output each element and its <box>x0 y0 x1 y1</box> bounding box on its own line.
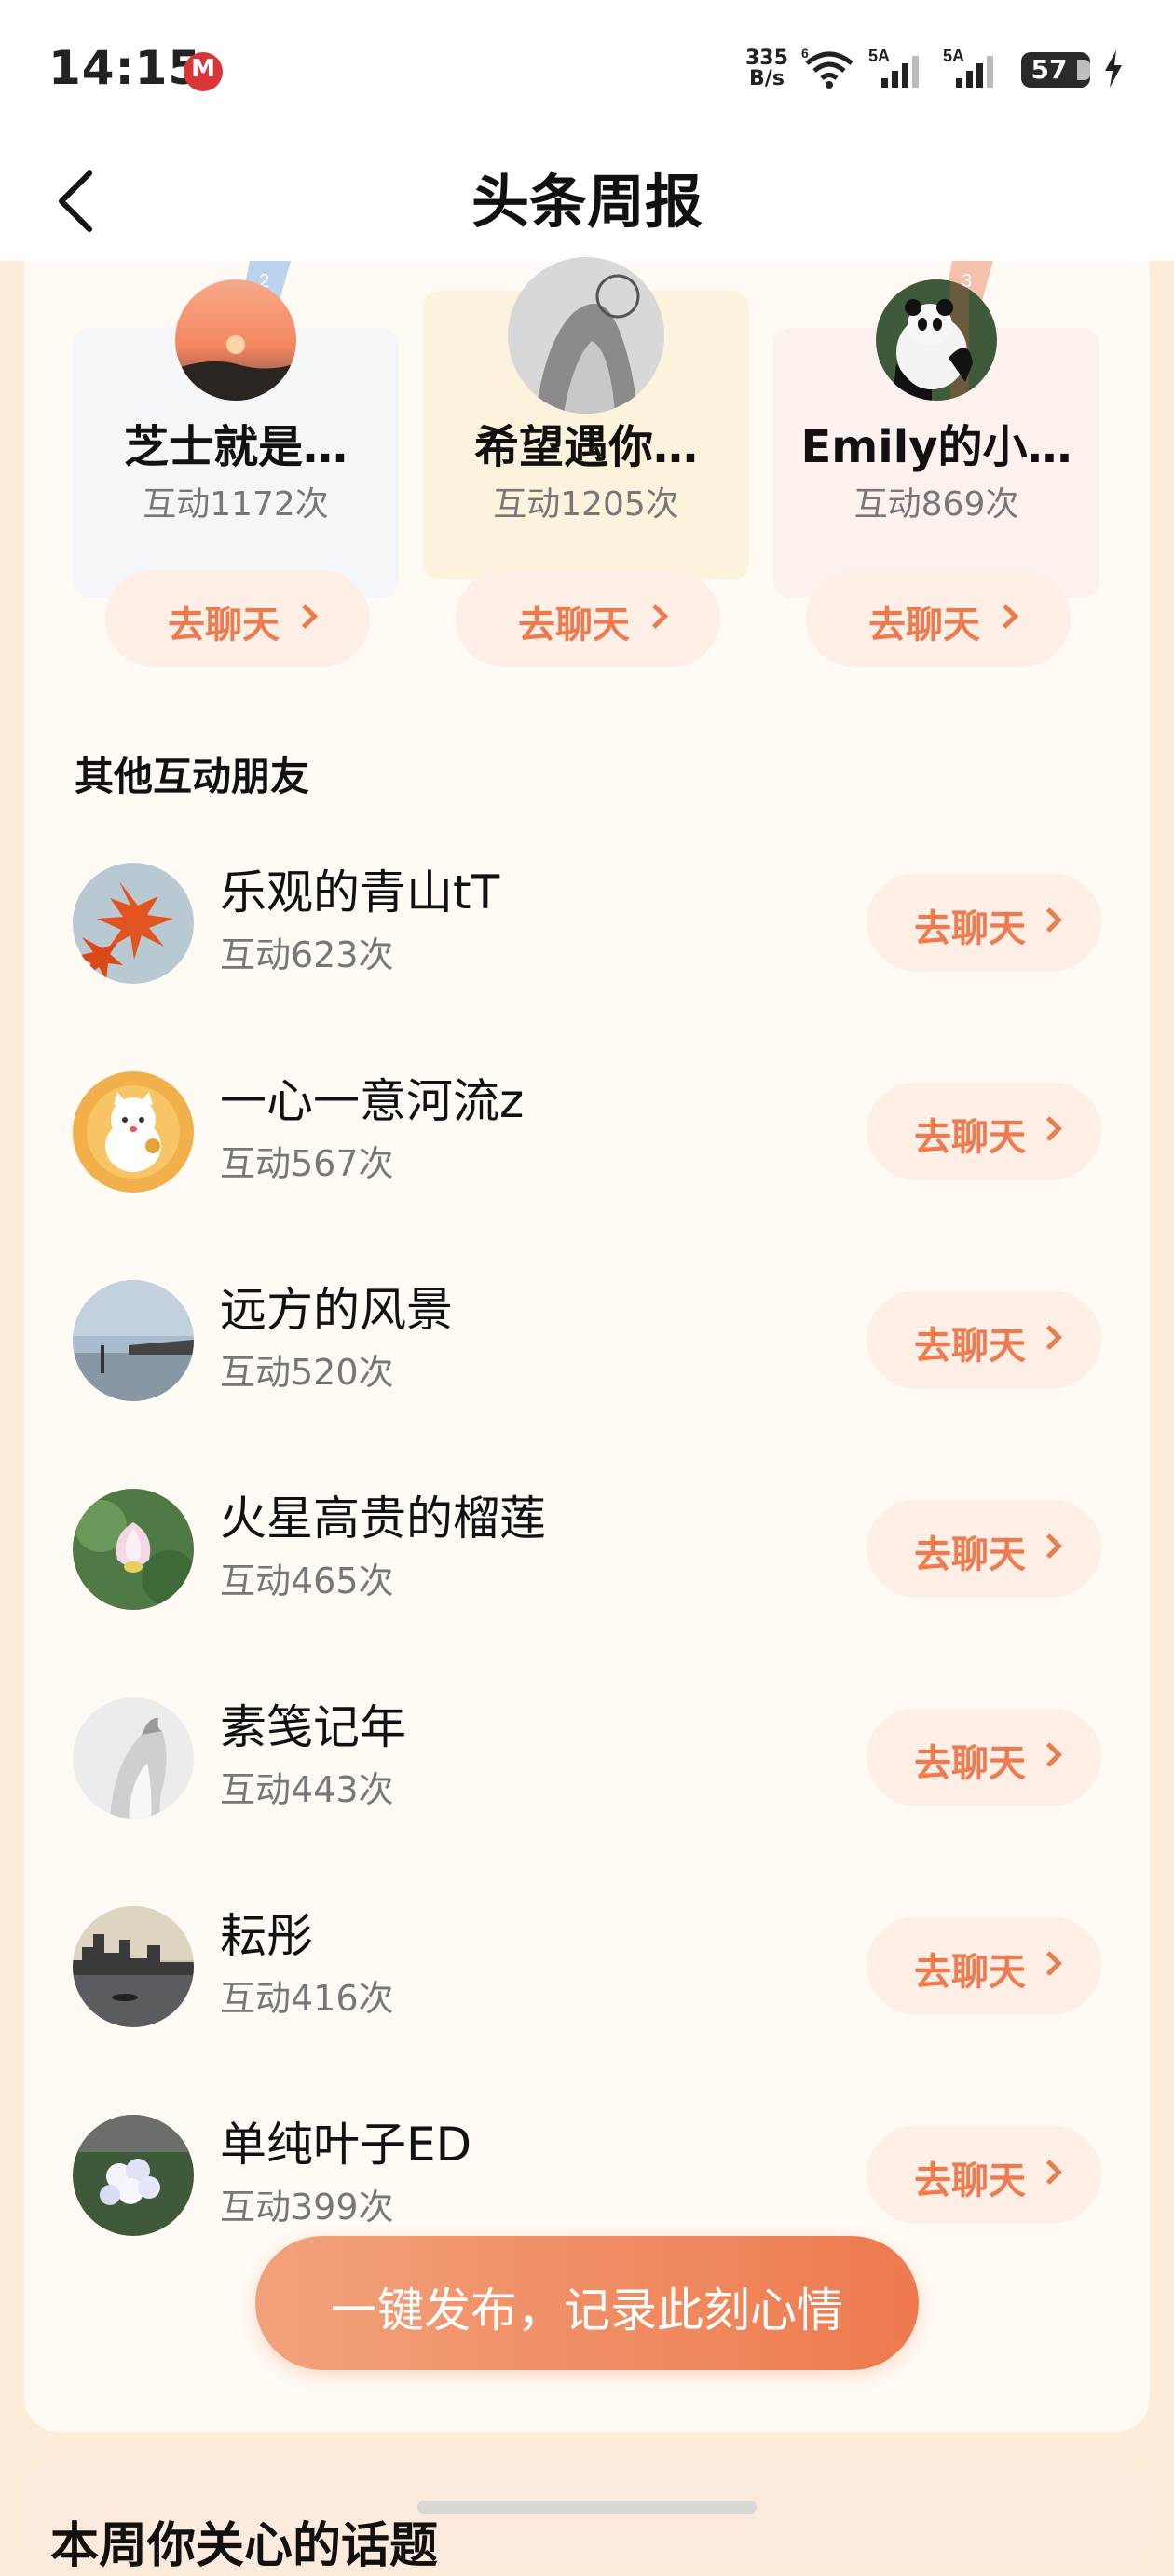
interaction-count: 互动399次 <box>220 2187 394 2228</box>
friend-name: Emily的小… <box>800 421 1072 473</box>
section-title: 其他互动朋友 <box>75 754 310 799</box>
friend-avatar[interactable] <box>73 1280 194 1401</box>
topics-section-title: 本周你关心的话题 <box>50 2518 439 2574</box>
friend-name: 远方的风景 <box>220 1283 453 1337</box>
chat-button[interactable]: 去聊天 <box>867 1291 1101 1388</box>
friend-name: 芝士就是… <box>123 421 348 473</box>
friend-avatar[interactable] <box>876 279 997 401</box>
friend-avatar[interactable] <box>73 2115 194 2236</box>
interaction-count: 互动465次 <box>220 1561 394 1601</box>
friend-avatar[interactable] <box>73 863 194 984</box>
interaction-count: 互动1205次 <box>493 485 679 524</box>
chat-button[interactable]: 去聊天 <box>867 1709 1101 1806</box>
chat-button[interactable]: 去聊天 <box>806 570 1071 667</box>
list-item: 耘彤 互动416次 去聊天 <box>24 1878 1150 2065</box>
publish-mood-button[interactable]: 一键发布，记录此刻心情 <box>255 2236 919 2370</box>
list-item: 素笺记年 互动443次 去聊天 <box>24 1670 1150 1856</box>
chat-button[interactable]: 去聊天 <box>105 570 370 667</box>
friend-avatar[interactable] <box>175 279 296 401</box>
friend-name: 乐观的青山tT <box>220 865 500 920</box>
battery-level: 57 <box>1031 54 1068 85</box>
signal-label: 5A <box>943 47 964 65</box>
interaction-count: 互动1172次 <box>143 485 329 524</box>
list-item: 一心一意河流z 互动567次 去聊天 <box>24 1043 1150 1230</box>
friend-name: 耘彤 <box>220 1909 313 1963</box>
friend-avatar[interactable] <box>73 1697 194 1819</box>
chat-button[interactable]: 去聊天 <box>867 1083 1101 1179</box>
home-indicator[interactable] <box>417 2501 757 2514</box>
list-item: 火星高贵的榴莲 互动465次 去聊天 <box>24 1461 1150 1647</box>
signal-label: 5A <box>868 47 890 65</box>
interaction-count: 互动567次 <box>220 1143 394 1184</box>
friend-name: 一心一意河流z <box>220 1074 525 1128</box>
header: 头条周报 <box>0 140 1174 261</box>
interaction-count: 互动443次 <box>220 1769 394 1810</box>
charging-icon <box>1105 50 1122 88</box>
interaction-count: 互动869次 <box>853 485 1019 524</box>
signal-icon: 5A <box>943 47 993 88</box>
top-friend-card: 芝士就是… 互动1172次 去聊天 <box>73 279 399 667</box>
wifi-label: 6 <box>801 47 809 61</box>
list-item: 乐观的青山tT 互动623次 去聊天 <box>24 835 1150 1021</box>
chat-button[interactable]: 去聊天 <box>867 874 1101 971</box>
friend-name: 希望遇你… <box>473 421 698 473</box>
friend-avatar[interactable] <box>73 1906 194 2027</box>
carrier-logo-icon <box>184 52 223 91</box>
publish-button-label: 一键发布，记录此刻心情 <box>331 2283 843 2337</box>
friend-avatar[interactable] <box>73 1071 194 1193</box>
top-friend-card: Emily的小… 互动869次 去聊天 <box>773 279 1099 667</box>
signal-icon: 5A <box>868 47 919 88</box>
status-bar: 14:15 335 B/s 6 5A 5A 57 <box>0 0 1174 140</box>
chat-button[interactable]: 去聊天 <box>867 2126 1101 2223</box>
friend-name: 火星高贵的榴莲 <box>220 1492 546 1546</box>
interaction-count: 互动416次 <box>220 1978 394 2019</box>
wifi-icon: 6 <box>801 47 853 89</box>
interaction-count: 互动623次 <box>220 934 394 975</box>
battery-icon: 57 <box>1021 52 1090 88</box>
friend-name: 单纯叶子ED <box>220 2118 472 2172</box>
friend-avatar[interactable] <box>508 257 664 414</box>
interaction-count: 互动520次 <box>220 1352 394 1393</box>
chat-button[interactable]: 去聊天 <box>867 1500 1101 1597</box>
network-speed-value: 335 <box>745 47 788 70</box>
network-speed-unit: B/s <box>749 67 785 90</box>
friend-avatar[interactable] <box>73 1489 194 1610</box>
top-friend-card: 希望遇你… 互动1205次 去聊天 <box>423 257 749 667</box>
friend-name: 素笺记年 <box>220 1700 406 1754</box>
list-item: 远方的风景 互动520次 去聊天 <box>24 1252 1150 1438</box>
status-time: 14:15 <box>48 41 202 95</box>
chat-button[interactable]: 去聊天 <box>867 1917 1101 2014</box>
network-speed: 335 B/s <box>745 48 788 89</box>
chat-button[interactable]: 去聊天 <box>456 570 720 667</box>
page-title: 头条周报 <box>471 168 703 236</box>
